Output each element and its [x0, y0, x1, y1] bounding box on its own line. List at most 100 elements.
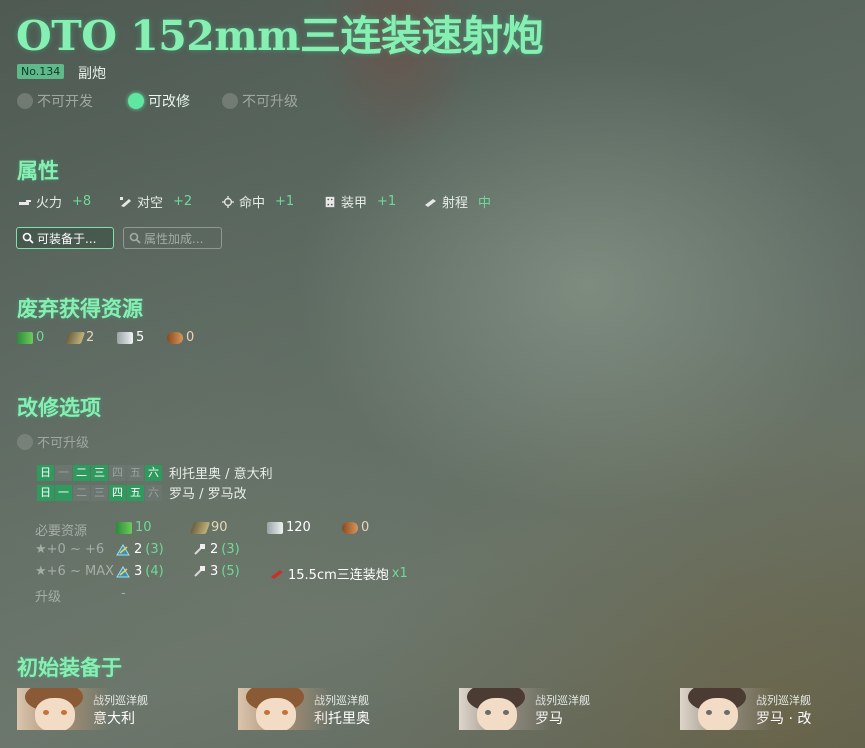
bauxite-icon: [167, 331, 183, 344]
initial-section-title: 初始装备于: [17, 655, 122, 680]
scrap-section-title: 废弃获得资源: [17, 296, 143, 321]
weekday-sun: 日: [37, 484, 54, 501]
ship-card-roma-kai[interactable]: 战列巡洋舰 罗马 · 改: [680, 688, 860, 730]
stat-label: 射程: [442, 196, 469, 211]
flag-label: 不可升级: [37, 436, 90, 451]
anti-air-icon: [120, 196, 131, 207]
helper-ships: 罗马 / 罗马改: [169, 487, 247, 502]
upgrade-value: -: [121, 586, 126, 601]
development-material-icon: [116, 543, 130, 555]
stat-label: 对空: [137, 196, 164, 211]
resource-value: 2: [86, 330, 95, 345]
stat-firepower: 火力 +8: [18, 192, 91, 211]
improvement-screw-icon: [194, 565, 205, 577]
search-icon: [129, 232, 141, 244]
helper-ships: 利托里奥 / 意大利: [169, 467, 273, 482]
ship-portrait: [680, 688, 774, 730]
armor-icon: [325, 196, 335, 207]
firepower-icon: [19, 199, 31, 205]
flag-improvable: 可改修: [128, 91, 190, 111]
status-dot-icon: [17, 93, 33, 109]
stage2-screw: 3 (5): [192, 564, 240, 579]
weekday-tue: 二: [73, 484, 90, 501]
resource-value: 0: [186, 330, 195, 345]
stage2-equipment: 15.5cm三连装炮 x1: [270, 564, 408, 583]
bauxite-icon: [342, 521, 358, 534]
fuel-icon: [17, 331, 33, 344]
weekday-mon: 一: [55, 484, 72, 501]
ship-portrait: [459, 688, 553, 730]
flag-label: 不可升级: [242, 94, 298, 110]
ship-portrait: [238, 688, 332, 730]
stat-label: 命中: [239, 196, 266, 211]
stats-section-title: 属性: [17, 158, 59, 183]
weekday-sat: 六: [145, 484, 162, 501]
stage2-devmat: 3 (4): [116, 564, 164, 579]
ammo-icon: [189, 521, 211, 534]
stat-label: 装甲: [341, 196, 368, 211]
status-dot-icon: [222, 93, 238, 109]
search-icon: [22, 232, 34, 244]
weekday-sat: 六: [145, 464, 162, 481]
status-dot-icon: [17, 433, 33, 450]
req-fuel: 10: [116, 520, 152, 535]
development-material-icon: [116, 565, 130, 577]
equipment-title: OTO 152mm三连装速射炮: [16, 12, 544, 60]
upgrade-label: 升级: [35, 590, 62, 605]
scrap-bauxite: 0: [167, 330, 194, 345]
upgrade-flag: 不可升级: [17, 432, 89, 451]
weekday-sun: 日: [37, 464, 54, 481]
stat-range: 射程 中: [424, 192, 491, 211]
resource-value: 0: [36, 330, 45, 345]
resource-value: 10: [135, 520, 152, 535]
range-icon: [425, 198, 436, 207]
flag-label: 不可开发: [37, 94, 93, 110]
weekday-fri: 五: [127, 484, 144, 501]
stage2-label: ★+6 ~ MAX: [35, 564, 114, 579]
stage1-screw: 2 (3): [192, 542, 240, 557]
improve-section-title: 改修选项: [17, 395, 101, 420]
devmat-guaranteed-value: (3): [145, 542, 164, 557]
resource-value: 5: [136, 330, 145, 345]
resource-value: 120: [286, 520, 311, 535]
flag-not-upgradable: 不可升级: [222, 91, 298, 111]
stage1-devmat: 2 (3): [116, 542, 164, 557]
steel-icon: [117, 331, 133, 344]
stat-label: 火力: [36, 196, 63, 211]
ship-card-littorio[interactable]: 战列巡洋舰 利托里奥: [238, 688, 458, 730]
ammo-icon: [64, 331, 86, 344]
button-label: 可装备于...: [37, 231, 97, 246]
devmat-value: 3: [134, 564, 143, 579]
req-bauxite: 0: [342, 520, 369, 535]
weekday-mon: 一: [55, 464, 72, 481]
stat-value: +1: [275, 194, 295, 209]
stage1-label: ★+0 ~ +6: [35, 542, 105, 557]
weekday-thu: 四: [109, 484, 126, 501]
stat-value: +8: [72, 194, 92, 209]
status-dot-icon: [128, 93, 144, 109]
equipment-id-badge: No.134: [17, 64, 65, 79]
stat-bonus-button[interactable]: 属性加成...: [123, 227, 222, 249]
stat-value: +1: [377, 194, 397, 209]
scrap-fuel: 0: [17, 330, 44, 345]
ship-card-italia[interactable]: 战列巡洋舰 意大利: [17, 688, 237, 730]
devmat-value: 2: [134, 542, 143, 557]
resource-value: 90: [211, 520, 228, 535]
screw-guaranteed-value: (3): [221, 542, 240, 557]
req-ammo: 90: [189, 520, 228, 535]
equippable-by-button[interactable]: 可装备于...: [16, 227, 114, 249]
stat-armor: 装甲 +1: [323, 192, 396, 211]
devmat-guaranteed-value: (4): [145, 564, 164, 579]
stat-value: +2: [173, 194, 193, 209]
required-resources-label: 必要资源: [35, 524, 88, 539]
flag-label: 可改修: [148, 94, 190, 110]
ship-card-roma[interactable]: 战列巡洋舰 罗马: [459, 688, 679, 730]
weekday-wed: 三: [91, 484, 108, 501]
weekday-wed: 三: [91, 464, 108, 481]
main-gun-icon: [271, 569, 283, 579]
fuel-icon: [116, 521, 132, 534]
scrap-steel: 5: [117, 330, 144, 345]
schedule-row: 日 一 二 三 四 五 六 罗马 / 罗马改: [37, 483, 247, 502]
equipment-requirement-count: x1: [391, 566, 408, 581]
stat-anti-air: 对空 +2: [119, 192, 192, 211]
